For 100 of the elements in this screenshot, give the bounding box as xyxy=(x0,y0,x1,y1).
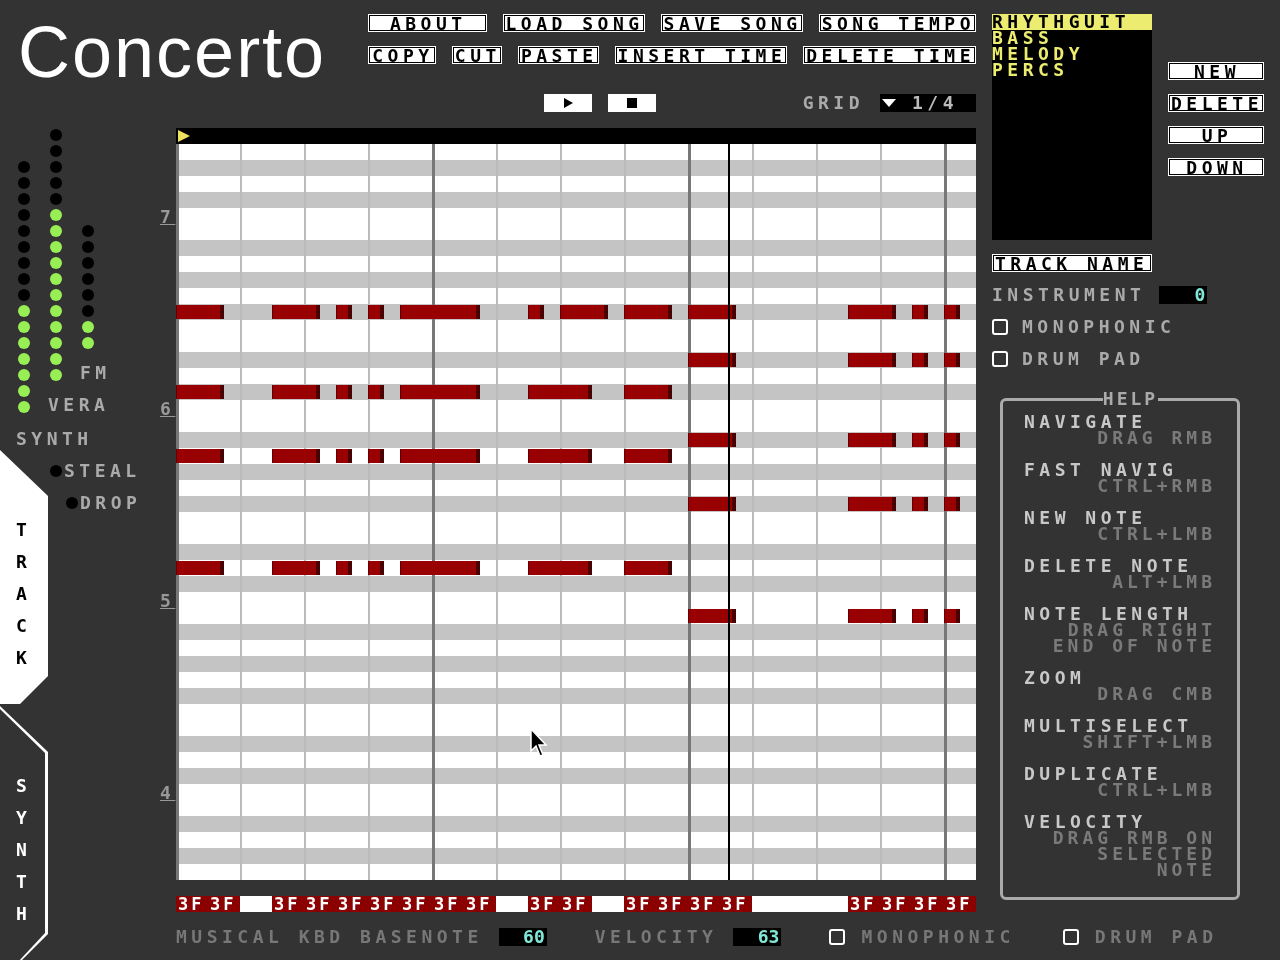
grid-label: GRID xyxy=(802,94,864,112)
note-block xyxy=(368,561,384,575)
start-marker-icon[interactable] xyxy=(178,130,190,142)
help-hint: DRAG RMB xyxy=(1097,430,1216,446)
menu-button[interactable]: DELETE TIME xyxy=(803,46,976,64)
piano-roll-grid[interactable] xyxy=(176,144,976,880)
help-hint: DRAG RIGHT xyxy=(1067,622,1216,638)
app-logo: Concerto xyxy=(18,12,327,92)
track-button[interactable]: NEW xyxy=(1168,62,1264,80)
note-block xyxy=(944,433,960,447)
velocity-value: 3F xyxy=(368,896,400,912)
note-block xyxy=(944,353,960,367)
note-block xyxy=(848,609,896,623)
menu-button[interactable]: SONG TEMPO xyxy=(818,14,976,32)
help-hint: SELECTED xyxy=(1097,846,1216,862)
checkbox[interactable] xyxy=(992,351,1008,367)
help-action: MULTISELECT xyxy=(1024,718,1193,734)
octave-label: 4 xyxy=(160,784,176,802)
side-tab[interactable]: TRACK xyxy=(0,450,48,704)
velocity-value: 3F xyxy=(912,896,944,912)
velocity-cell xyxy=(816,896,848,912)
grid-dropdown[interactable]: 1/4 xyxy=(880,94,976,112)
note-block xyxy=(336,561,352,575)
note-block xyxy=(848,433,896,447)
section-label: SYNTH xyxy=(16,430,93,448)
velocity-cell xyxy=(240,896,272,912)
note-block xyxy=(272,305,320,319)
help-hint: NOTE xyxy=(1156,862,1216,878)
help-action: DUPLICATE xyxy=(1024,766,1163,782)
note-block xyxy=(624,385,672,399)
option-label: DRUM PAD xyxy=(1022,350,1145,368)
note-block xyxy=(176,385,224,399)
menu-button[interactable]: CUT xyxy=(451,46,502,64)
track-name-field[interactable]: TRACK NAME xyxy=(992,254,1152,272)
track-button[interactable]: DOWN xyxy=(1168,158,1264,176)
track-item[interactable]: BASS xyxy=(992,30,1152,46)
track-button[interactable]: UP xyxy=(1168,126,1264,144)
velocity-cell xyxy=(496,896,528,912)
instrument-field[interactable]: 0 xyxy=(1159,286,1208,304)
play-button[interactable] xyxy=(544,94,592,112)
note-block xyxy=(528,449,592,463)
note-block xyxy=(912,609,928,623)
note-block xyxy=(624,449,672,463)
help-action: NEW NOTE xyxy=(1024,510,1147,526)
checkbox[interactable] xyxy=(992,319,1008,335)
note-block xyxy=(336,449,352,463)
option-label: DRUM PAD xyxy=(1094,928,1218,946)
help-action: VELOCITY xyxy=(1024,814,1147,830)
velocity-value: 3F xyxy=(176,896,208,912)
mouse-pointer-icon xyxy=(530,728,550,758)
checkbox[interactable] xyxy=(1062,929,1079,945)
note-block xyxy=(528,305,544,319)
option-label: MONOPHONIC xyxy=(1022,318,1176,336)
note-block xyxy=(528,385,592,399)
note-block xyxy=(688,609,736,623)
menu-button[interactable]: PASTE xyxy=(517,46,599,64)
play-icon xyxy=(562,97,574,109)
checkbox[interactable] xyxy=(829,929,846,945)
track-item[interactable]: MELODY xyxy=(992,46,1152,62)
help-action: DELETE NOTE xyxy=(1024,558,1193,574)
velocity-value: 3F xyxy=(208,896,240,912)
velocity-value: 3F xyxy=(432,896,464,912)
note-block xyxy=(176,449,224,463)
number-field[interactable]: 60 xyxy=(498,928,547,946)
menu-button[interactable]: ABOUT xyxy=(368,14,487,32)
velocity-value: 3F xyxy=(464,896,496,912)
track-item[interactable]: RHYTHGUIT xyxy=(992,14,1152,30)
velocity-value: 3F xyxy=(304,896,336,912)
menu-button[interactable]: LOAD SONG xyxy=(502,14,645,32)
help-action: NAVIGATE xyxy=(1024,414,1147,430)
velocity-value: 3F xyxy=(336,896,368,912)
note-block xyxy=(336,385,352,399)
help-hint: ALT+LMB xyxy=(1111,574,1216,590)
menu-button[interactable]: INSERT TIME xyxy=(614,46,788,64)
velocity-value: 3F xyxy=(272,896,304,912)
note-block xyxy=(528,561,592,575)
note-block xyxy=(624,561,672,575)
help-hint: SHIFT+LMB xyxy=(1082,734,1216,750)
side-tab[interactable]: SYNTH xyxy=(0,706,48,960)
track-button[interactable]: DELETE xyxy=(1168,94,1264,112)
menu-button[interactable]: COPY xyxy=(368,46,436,64)
help-action: FAST NAVIG xyxy=(1024,462,1178,478)
track-item[interactable]: PERCS xyxy=(992,62,1152,78)
help-hint: DRAG CMB xyxy=(1096,686,1216,702)
menu-button[interactable]: SAVE SONG xyxy=(660,14,803,32)
help-hint: CTRL+LMB xyxy=(1097,526,1216,542)
note-block xyxy=(624,305,672,319)
velocity-value: 3F xyxy=(848,896,880,912)
note-block xyxy=(176,305,224,319)
note-block xyxy=(688,433,736,447)
number-field[interactable]: 63 xyxy=(733,928,782,946)
note-block xyxy=(912,497,928,511)
stop-button[interactable] xyxy=(608,94,656,112)
velocity-value: 3F xyxy=(720,896,752,912)
velocity-value: 3F xyxy=(688,896,720,912)
help-hint: CTRL+LMB xyxy=(1097,782,1216,798)
note-block xyxy=(944,609,960,623)
note-block xyxy=(944,305,960,319)
dropdown-arrow-icon xyxy=(882,98,896,108)
stop-icon xyxy=(626,97,638,109)
